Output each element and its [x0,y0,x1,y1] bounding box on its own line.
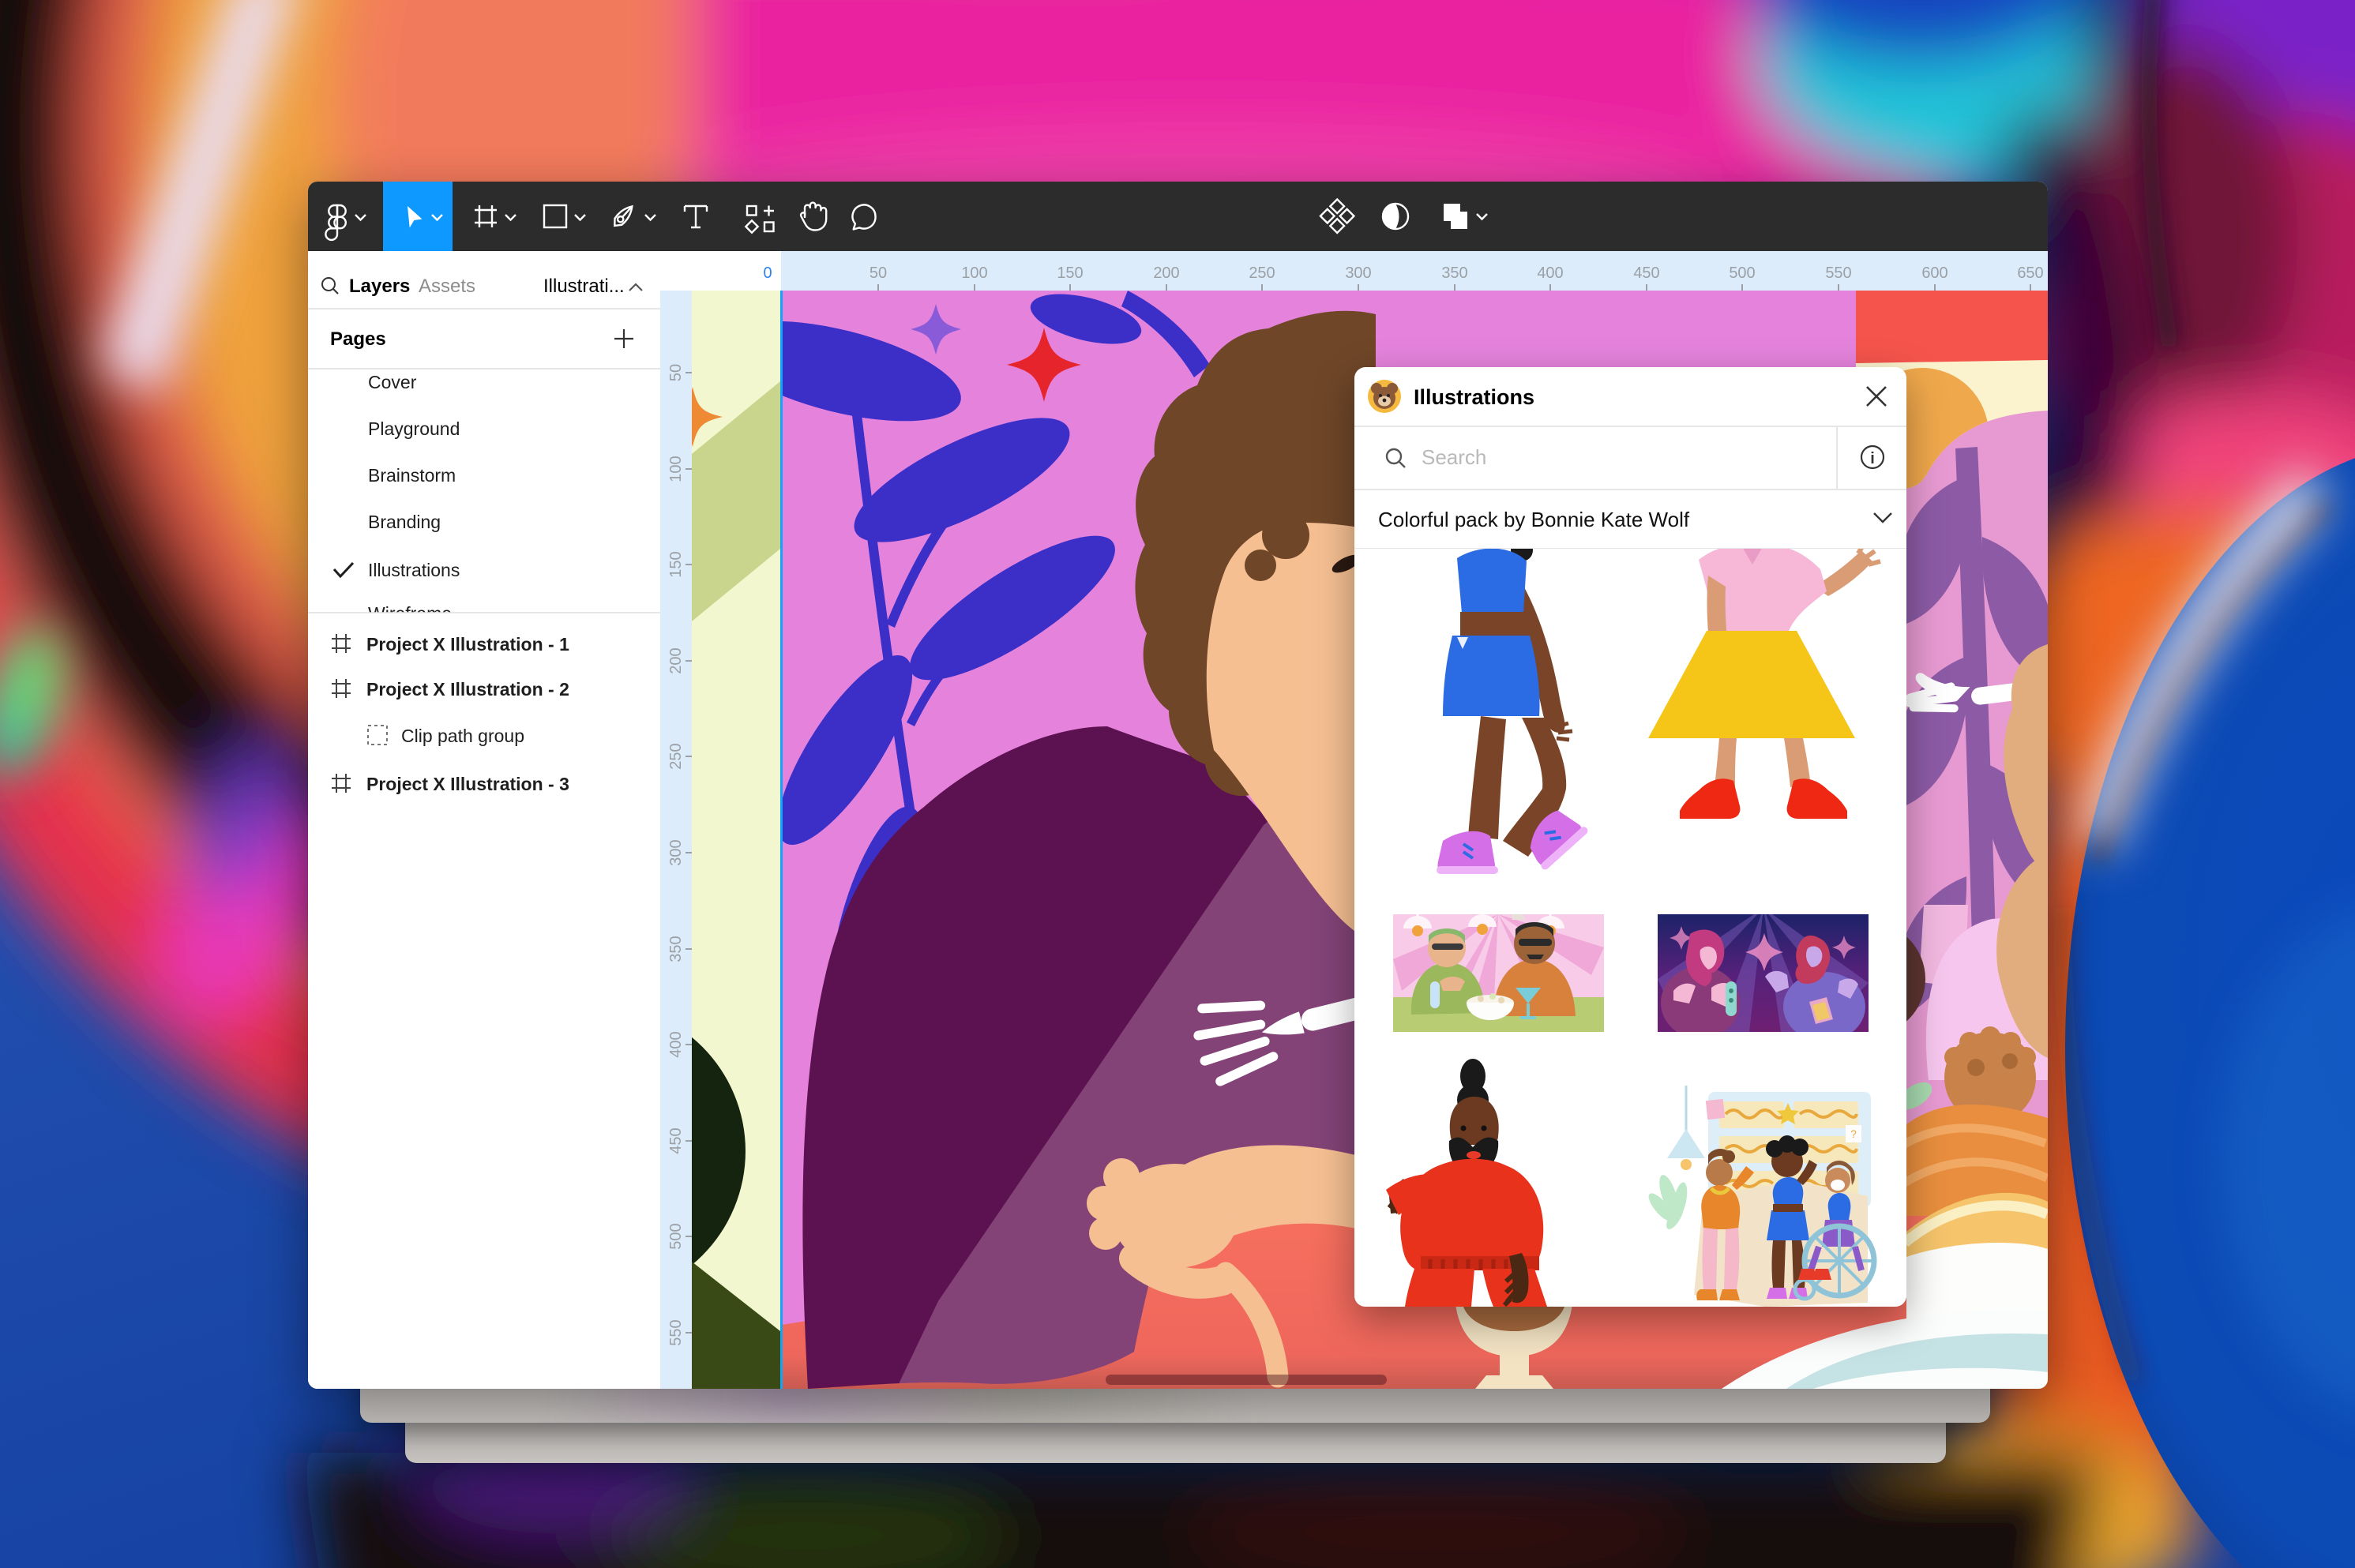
svg-text:Branding: Branding [368,512,441,532]
svg-text:Clip path group: Clip path group [401,726,524,746]
svg-text:Layers: Layers [349,276,410,297]
svg-text:450: 450 [1633,264,1659,282]
svg-text:Brainstorm: Brainstorm [368,465,456,486]
svg-text:Cover: Cover [368,372,417,392]
svg-text:Illustrati...: Illustrati... [543,276,625,297]
svg-text:150: 150 [667,551,685,577]
svg-text:?: ? [1850,1127,1857,1140]
svg-text:400: 400 [667,1031,685,1057]
svg-text:100: 100 [667,456,685,482]
svg-text:Project X Illustration - 1: Project X Illustration - 1 [366,634,569,655]
svg-text:300: 300 [1345,264,1371,282]
svg-text:0: 0 [763,264,772,282]
svg-text:Illustrations: Illustrations [368,560,460,580]
svg-text:200: 200 [667,647,685,673]
svg-text:50: 50 [870,264,887,282]
svg-text:Search: Search [1422,445,1486,469]
svg-text:550: 550 [1825,264,1851,282]
svg-text:600: 600 [1921,264,1947,282]
svg-text:350: 350 [667,936,685,962]
svg-text:250: 250 [667,743,685,769]
svg-text:100: 100 [961,264,987,282]
svg-text:250: 250 [1249,264,1275,282]
svg-text:Playground: Playground [368,418,460,439]
svg-text:Pages: Pages [330,328,386,350]
svg-text:450: 450 [667,1127,685,1153]
svg-text:350: 350 [1441,264,1467,282]
svg-text:200: 200 [1153,264,1179,282]
svg-text:300: 300 [667,839,685,865]
svg-text:Project X Illustration - 3: Project X Illustration - 3 [366,774,569,794]
svg-text:400: 400 [1537,264,1563,282]
svg-text:Project X Illustration - 2: Project X Illustration - 2 [366,679,569,700]
svg-text:150: 150 [1057,264,1083,282]
svg-text:500: 500 [1729,264,1755,282]
svg-text:550: 550 [667,1319,685,1345]
svg-text:50: 50 [667,364,685,381]
svg-text:i: i [1870,450,1875,467]
svg-text:Assets: Assets [419,276,475,297]
svg-text:650: 650 [2017,264,2043,282]
svg-text:Illustrations: Illustrations [1414,385,1534,409]
svg-text:500: 500 [667,1223,685,1249]
svg-text:Colorful pack by Bonnie Kate W: Colorful pack by Bonnie Kate Wolf [1378,508,1690,531]
